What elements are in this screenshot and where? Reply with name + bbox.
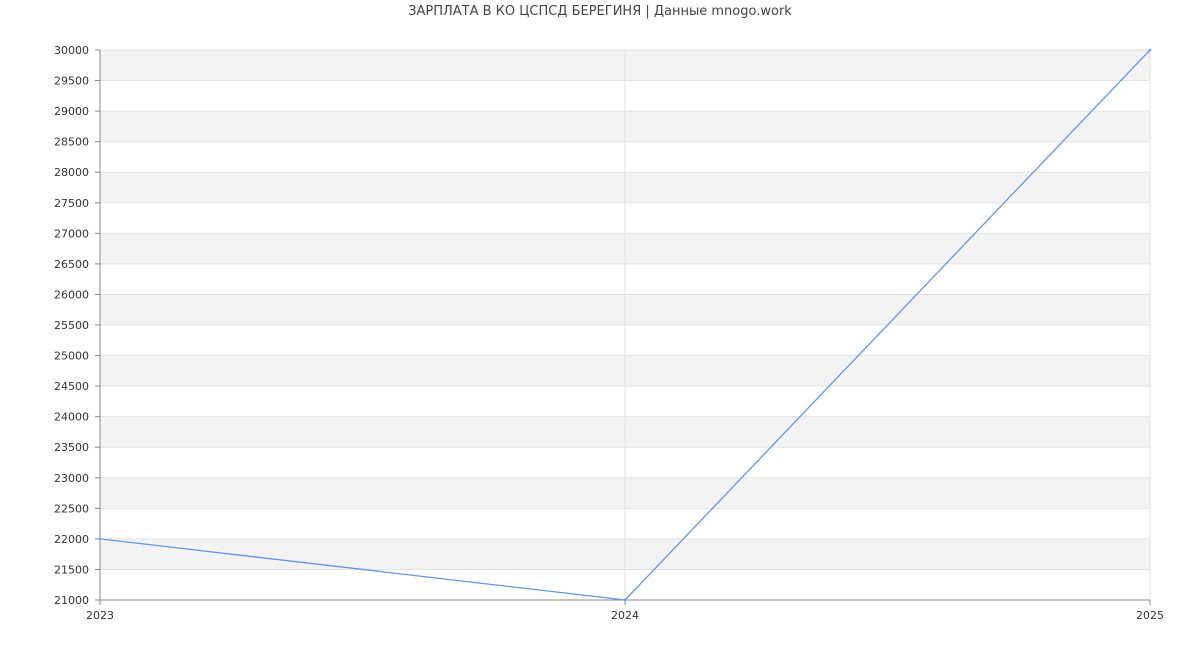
y-tick-label: 27000 — [54, 227, 89, 240]
x-tick-label: 2023 — [86, 609, 114, 622]
data-point — [1148, 48, 1152, 52]
data-point — [98, 537, 102, 541]
y-tick-label: 22500 — [54, 502, 89, 515]
y-tick-label: 25500 — [54, 319, 89, 332]
y-tick-label: 26000 — [54, 288, 89, 301]
y-tick-label: 29000 — [54, 105, 89, 118]
y-tick-label: 23500 — [54, 441, 89, 454]
y-tick-label: 27500 — [54, 197, 89, 210]
y-tick-label: 25000 — [54, 350, 89, 363]
x-tick-label: 2024 — [611, 609, 639, 622]
y-tick-label: 26500 — [54, 258, 89, 271]
y-tick-label: 28500 — [54, 136, 89, 149]
y-tick-label: 30000 — [54, 44, 89, 57]
y-tick-label: 22000 — [54, 533, 89, 546]
chart-container: ЗАРПЛАТА В КО ЦСПСД БЕРЕГИНЯ | Данные mn… — [0, 0, 1200, 650]
y-tick-label: 21000 — [54, 594, 89, 607]
y-tick-label: 28000 — [54, 166, 89, 179]
y-axis-ticks: 21000 21500 22000 22500 23000 23500 24000 24500… — [54, 44, 100, 607]
y-tick-label: 21500 — [54, 563, 89, 576]
line-chart: 21000 21500 22000 22500 23000 23500 24000 24500… — [54, 44, 1164, 622]
x-axis-ticks: 2023 2024 2025 — [86, 600, 1164, 622]
x-tick-label: 2025 — [1136, 609, 1164, 622]
chart-title: ЗАРПЛАТА В КО ЦСПСД БЕРЕГИНЯ | Данные mn… — [408, 4, 792, 19]
y-tick-label: 24000 — [54, 411, 89, 424]
y-tick-label: 23000 — [54, 472, 89, 485]
y-tick-label: 29500 — [54, 75, 89, 88]
y-tick-label: 24500 — [54, 380, 89, 393]
data-point — [623, 598, 627, 602]
